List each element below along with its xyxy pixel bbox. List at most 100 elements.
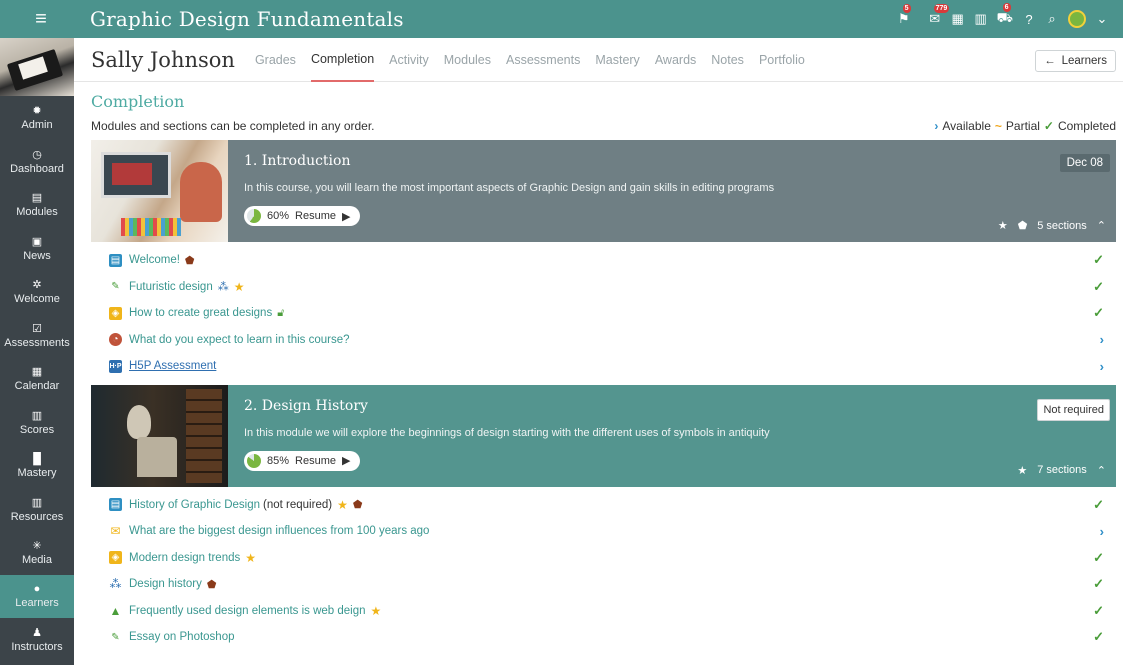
progress-label: 60% <box>267 210 290 222</box>
sidebar-item-mastery[interactable]: ▐▌ Mastery <box>0 444 74 488</box>
check-icon: ✓ <box>1093 549 1104 565</box>
sidebar-item-modules[interactable]: ▤ Modules <box>0 183 74 227</box>
list-item[interactable]: ▤ History of Graphic Design (not require… <box>91 492 1116 519</box>
gear-icon: ✹ <box>32 105 42 118</box>
sections-list: ▤ Welcome! ⬟ ✓ ✎ Futuristic design ⁂ ★ ✓… <box>91 242 1116 380</box>
welcome-icon: ✲ <box>32 279 42 292</box>
sections-count: 5 sections <box>1037 219 1087 232</box>
module-footer: ★ 7 sections ⌃ <box>1017 464 1106 477</box>
lock-open-icon: 🔓︎ <box>277 306 285 319</box>
award-badge-icon: ⬟ <box>352 499 363 512</box>
calendar-icon[interactable]: ▦ <box>951 11 965 27</box>
tab-completion[interactable]: Completion <box>310 38 375 82</box>
star-icon: ★ <box>1017 464 1028 477</box>
sidebar-item-learners[interactable]: ● Learners <box>0 574 74 618</box>
alerts-icon[interactable]: ⚑ 5 <box>897 4 911 27</box>
page-icon: ▤ <box>109 498 122 512</box>
check-icon: ✓ <box>1093 496 1104 512</box>
list-item[interactable]: ⁂ Design history ⬟ ✓ <box>91 571 1116 598</box>
resume-label: Resume <box>295 210 336 222</box>
chevron-right-icon: › <box>1099 523 1104 539</box>
trash-icon[interactable]: ▥ <box>974 11 988 27</box>
module-header[interactable]: 1. Introduction In this course, you will… <box>91 140 1116 242</box>
box-icon: ◈ <box>109 551 122 565</box>
sidebar: ✹ Admin ◷ Dashboard ▤ Modules ▣ News ✲ Welcom… <box>0 38 74 665</box>
info-text: Modules and sections can be completed in… <box>91 119 375 133</box>
chat-icon: ✉ <box>110 524 121 539</box>
star-icon: ★ <box>245 550 256 565</box>
star-icon: ★ <box>337 497 348 512</box>
chevron-up-icon[interactable]: ⌃ <box>1097 464 1106 477</box>
assessments-icon: ☑ <box>32 322 42 335</box>
chevron-up-icon[interactable]: ⌃ <box>1097 219 1106 232</box>
sections-list: ▤ History of Graphic Design (not require… <box>91 487 1116 651</box>
check-icon: ✓ <box>1093 629 1104 645</box>
tab-awards[interactable]: Awards <box>655 38 696 82</box>
sidebar-item-admin[interactable]: ✹ Admin <box>0 96 74 140</box>
chevron-right-icon: › <box>1099 358 1104 374</box>
list-item[interactable]: ✉ What are the biggest design influences… <box>91 518 1116 545</box>
box-icon: ◈ <box>109 306 122 320</box>
top-bar: ≡ Graphic Design Fundamentals ⚑ 5 ✉ 779 ▦ … <box>0 0 1123 38</box>
list-item[interactable]: ✎ Essay on Photoshop ✓ <box>91 624 1116 651</box>
resume-button[interactable]: 60% Resume ▶ <box>244 206 361 226</box>
shield-icon: ⬟ <box>1017 220 1028 232</box>
list-item[interactable]: ✎ Futuristic design ⁂ ★ ✓ <box>91 274 1116 301</box>
sidebar-item-scores[interactable]: ▥ Scores <box>0 401 74 445</box>
tab-mastery[interactable]: Mastery <box>595 38 639 82</box>
sidebar-item-assessments[interactable]: ☑ Assessments <box>0 314 74 358</box>
cart-icon[interactable]: ⛟ 6 <box>997 3 1013 28</box>
list-item[interactable]: ▤ Welcome! ⬟ ✓ <box>91 247 1116 274</box>
user-header: Sally Johnson Grades Completion Activity… <box>74 38 1123 82</box>
sidebar-item-welcome[interactable]: ✲ Welcome <box>0 270 74 314</box>
learners-button[interactable]: ← Learners <box>1035 50 1116 72</box>
module-title: 1. Introduction <box>244 153 351 169</box>
award-badge-icon: ⬟ <box>184 254 195 267</box>
menu-icon[interactable]: ≡ <box>22 0 60 38</box>
tab-activity[interactable]: Activity <box>389 38 429 82</box>
module-date: Dec 08 <box>1059 154 1110 172</box>
module-footer: ★ ⬟ 5 sections ⌃ <box>998 219 1106 233</box>
help-icon[interactable]: ? <box>1022 12 1036 27</box>
tab-grades[interactable]: Grades <box>255 38 296 82</box>
avatar[interactable] <box>1068 10 1086 28</box>
chevron-right-icon: › <box>1099 332 1104 348</box>
resume-button[interactable]: 85% Resume ▶ <box>244 450 361 471</box>
tab-portfolio[interactable]: Portfolio <box>759 38 805 82</box>
module-title: 2. Design History <box>244 397 368 414</box>
sidebar-item-instructors[interactable]: ♟ Instructors <box>0 618 74 662</box>
sidebar-item-resources[interactable]: ▥ Resources <box>0 488 74 532</box>
main-content: Sally Johnson Grades Completion Activity… <box>74 38 1123 665</box>
mastery-icon: ▐▌ <box>29 452 45 465</box>
tab-notes[interactable]: Notes <box>711 38 744 82</box>
h5p-icon: H·P <box>109 359 122 373</box>
not-required-badge: Not required <box>1037 398 1110 421</box>
tab-assessments[interactable]: Assessments <box>506 38 580 82</box>
module-thumbnail <box>91 384 228 487</box>
announcements-icon[interactable]: ✉ 779 <box>928 4 950 27</box>
module-header[interactable]: 2. Design History In this module we will… <box>91 384 1116 487</box>
sidebar-item-media[interactable]: ✳ Media <box>0 531 74 575</box>
chevron-down-icon[interactable]: ⌄ <box>1095 11 1109 27</box>
list-item[interactable]: ◈ Modern design trends ★ ✓ <box>91 545 1116 572</box>
tab-modules[interactable]: Modules <box>444 38 491 82</box>
list-item[interactable]: H·P H5P Assessment › <box>91 353 1116 380</box>
sidebar-item-news[interactable]: ▣ News <box>0 227 74 271</box>
module-card: 1. Introduction In this course, you will… <box>91 140 1116 380</box>
list-item[interactable]: ▲ Frequently used design elements is web… <box>91 598 1116 625</box>
check-icon: ✓ <box>1093 252 1104 268</box>
award-badge-icon: ⬟ <box>206 578 217 591</box>
play-icon: ▶ <box>342 210 351 223</box>
page-icon: ▤ <box>109 253 122 267</box>
sidebar-item-dashboard[interactable]: ◷ Dashboard <box>0 140 74 184</box>
thumbs-up-icon: ▲ <box>109 603 122 618</box>
modules-icon: ▤ <box>31 192 43 205</box>
check-icon: ✓ <box>1093 602 1104 618</box>
course-thumbnail[interactable] <box>0 38 74 96</box>
news-icon: ▣ <box>31 235 43 248</box>
sections-count: 7 sections <box>1037 464 1087 476</box>
list-item[interactable]: ◔ What do you expect to learn in this co… <box>91 327 1116 354</box>
list-item[interactable]: ◈ How to create great designs 🔓︎ ✓ <box>91 300 1116 327</box>
sidebar-item-calendar[interactable]: ▦ Calendar <box>0 357 74 401</box>
search-icon[interactable]: ⌕ <box>1045 11 1059 27</box>
